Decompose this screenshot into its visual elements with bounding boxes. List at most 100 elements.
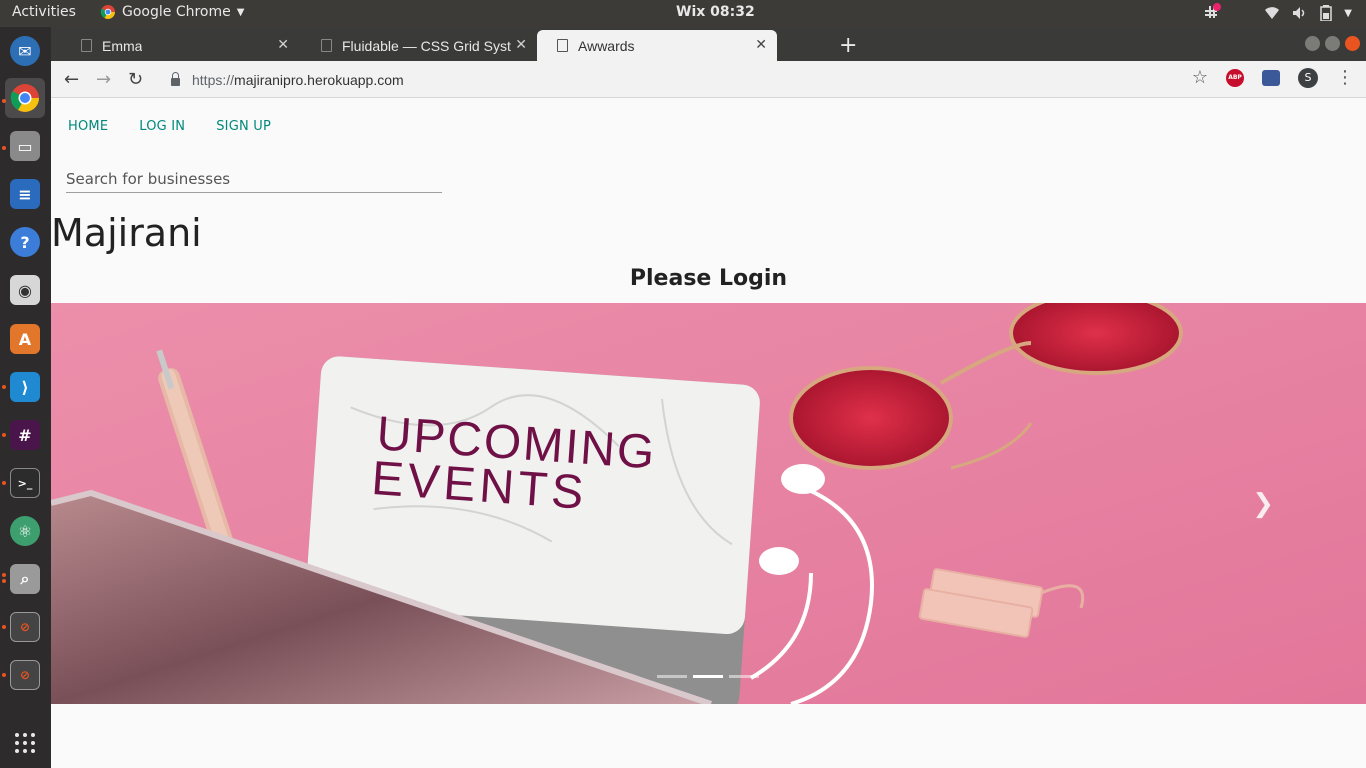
bookmark-star-icon[interactable]: ☆ xyxy=(1192,67,1208,88)
dock-terminal[interactable]: >_ xyxy=(5,463,45,503)
dock-slack[interactable]: # xyxy=(5,415,45,455)
dock-rhythmbox[interactable]: ◉ xyxy=(5,270,45,310)
page-icon xyxy=(81,39,92,52)
image-viewer-icon: ⌕ xyxy=(10,564,40,594)
slack-icon: # xyxy=(10,420,40,450)
running-indicator xyxy=(2,146,6,150)
lock-icon[interactable] xyxy=(171,72,180,86)
app-grid-icon xyxy=(15,733,35,753)
carousel-indicator-1[interactable] xyxy=(657,675,687,678)
files-icon: ▭ xyxy=(10,131,40,161)
chrome-small-icon xyxy=(100,5,115,19)
chrome-icon xyxy=(10,84,39,112)
site-nav: HOME LOG IN SIGN UP xyxy=(68,119,271,134)
extension-icon[interactable] xyxy=(1262,69,1280,86)
site-brand: Majirani xyxy=(51,211,202,255)
rhythmbox-icon: ◉ xyxy=(10,275,40,305)
dock-software[interactable]: A xyxy=(5,319,45,359)
maximize-button[interactable] xyxy=(1325,36,1340,51)
thunderbird-icon: ✉ xyxy=(10,36,40,66)
system-tray: ▼ xyxy=(1202,3,1352,23)
carousel-indicator-3[interactable] xyxy=(729,675,759,678)
window-close-button[interactable] xyxy=(1345,36,1360,51)
dock-files[interactable]: ▭ xyxy=(5,126,45,166)
tab-title: Awwards xyxy=(578,37,635,54)
running-indicator xyxy=(2,433,6,437)
app-menu[interactable]: Google Chrome ▼ xyxy=(100,4,244,20)
carousel-slide-image: UPCOMING EVENTS xyxy=(51,303,1366,704)
activities-button[interactable]: Activities xyxy=(12,4,76,20)
dock-image-viewer[interactable]: ⌕ xyxy=(5,559,45,599)
nav-home-link[interactable]: HOME xyxy=(68,119,108,134)
window-icon: ⊘ xyxy=(10,612,40,642)
dock-thunderbird[interactable]: ✉ xyxy=(5,31,45,71)
image-carousel[interactable]: UPCOMING EVENTS ❯ xyxy=(51,303,1366,704)
window-icon-2: ⊘ xyxy=(10,660,40,690)
browser-toolbar: ← → ↻ https:// majiranipro.herokuapp.com… xyxy=(51,61,1366,98)
ubuntu-dock: ✉ ▭ ≡ ? ◉ A ⟩ # >_ ⚛ ⌕ ⊘ ⊘ xyxy=(0,27,51,768)
adblock-plus-icon[interactable]: ABP xyxy=(1226,68,1244,87)
tab-title: Fluidable — CSS Grid Syst xyxy=(342,37,511,54)
battery-icon[interactable] xyxy=(1320,5,1333,21)
dock-vscode[interactable]: ⟩ xyxy=(5,367,45,407)
terminal-icon: >_ xyxy=(10,468,40,498)
tab-awwards[interactable]: Awwards ✕ xyxy=(537,30,777,61)
back-arrow-icon[interactable]: ← xyxy=(64,69,79,90)
running-indicator xyxy=(2,673,6,677)
dock-atom[interactable]: ⚛ xyxy=(5,511,45,551)
minimize-button[interactable] xyxy=(1305,36,1320,51)
help-icon: ? xyxy=(10,227,40,257)
url-host: majiranipro.herokuapp.com xyxy=(234,72,404,88)
system-menu-chevron-icon[interactable]: ▼ xyxy=(1344,8,1352,19)
window-controls xyxy=(1305,36,1360,51)
wifi-icon[interactable] xyxy=(1264,6,1280,20)
page-viewport: HOME LOG IN SIGN UP Majirani Please Logi… xyxy=(51,99,1366,768)
close-icon[interactable]: ✕ xyxy=(277,36,289,53)
dock-writer[interactable]: ≡ xyxy=(5,174,45,214)
tab-fluidable[interactable]: Fluidable — CSS Grid Syst ✕ xyxy=(301,30,537,61)
nav-signup-link[interactable]: SIGN UP xyxy=(216,119,271,134)
app-name: Google Chrome xyxy=(122,4,231,20)
close-icon[interactable]: ✕ xyxy=(755,36,767,53)
carousel-next-chevron-icon[interactable]: ❯ xyxy=(1252,489,1274,519)
toolbar-actions: ☆ ABP S ⋮ xyxy=(1192,67,1354,88)
page-icon xyxy=(557,39,568,52)
atom-icon: ⚛ xyxy=(10,516,40,546)
forward-arrow-icon[interactable]: → xyxy=(96,69,111,90)
chevron-down-icon: ▼ xyxy=(236,6,245,18)
libreoffice-writer-icon: ≡ xyxy=(10,179,40,209)
dock-window-1[interactable]: ⊘ xyxy=(5,607,45,647)
carousel-indicators xyxy=(657,675,759,678)
address-bar[interactable]: https:// majiranipro.herokuapp.com xyxy=(171,68,404,92)
please-login-heading: Please Login xyxy=(629,266,788,291)
menu-kebab-icon[interactable]: ⋮ xyxy=(1336,67,1354,88)
browser-tabstrip: Emma ✕ Fluidable — CSS Grid Syst ✕ Awwar… xyxy=(51,27,1366,61)
system-top-bar: Activities Google Chrome ▼ Wix 08:32 ▼ xyxy=(0,0,1366,27)
tab-title: Emma xyxy=(102,37,143,54)
vscode-icon: ⟩ xyxy=(10,372,40,402)
dock-chrome[interactable] xyxy=(5,78,45,118)
clock[interactable]: Wix 08:32 xyxy=(676,4,755,20)
dock-help[interactable]: ? xyxy=(5,222,45,262)
new-tab-button[interactable]: + xyxy=(839,33,857,58)
running-indicator xyxy=(2,579,6,583)
volume-icon[interactable] xyxy=(1292,6,1308,20)
dock-window-2[interactable]: ⊘ xyxy=(5,655,45,695)
running-indicator xyxy=(2,481,6,485)
running-indicator xyxy=(2,99,6,103)
page-icon xyxy=(321,39,332,52)
running-indicator xyxy=(2,573,6,577)
carousel-indicator-2[interactable] xyxy=(693,675,723,678)
slack-tray-icon[interactable] xyxy=(1202,3,1222,23)
profile-avatar[interactable]: S xyxy=(1298,67,1318,88)
software-center-icon: A xyxy=(10,324,40,354)
running-indicator xyxy=(2,385,6,389)
nav-login-link[interactable]: LOG IN xyxy=(139,119,185,134)
close-icon[interactable]: ✕ xyxy=(515,36,527,53)
url-scheme: https:// xyxy=(192,72,235,88)
dock-show-apps[interactable] xyxy=(5,723,45,763)
running-indicator xyxy=(2,625,6,629)
search-input[interactable] xyxy=(66,165,442,193)
reload-icon[interactable]: ↻ xyxy=(128,69,143,90)
tab-emma[interactable]: Emma ✕ xyxy=(61,30,299,61)
